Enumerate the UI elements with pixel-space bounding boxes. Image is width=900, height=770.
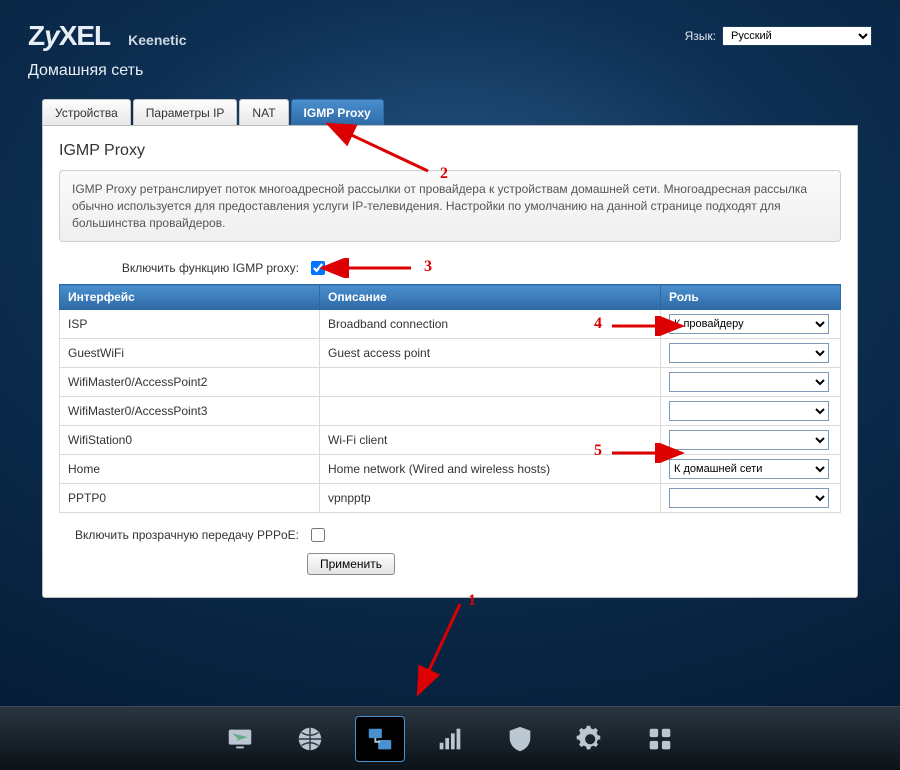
info-box: IGMP Proxy ретранслирует поток многоадре… [59, 170, 841, 242]
cell-role: К провайдеруК домашней сети [661, 426, 841, 455]
cell-role: К провайдеруК домашней сети [661, 339, 841, 368]
table-row: GuestWiFiGuest access point К провайдеруК… [60, 339, 841, 368]
col-interface: Интерфейс [60, 285, 320, 310]
globe-icon [295, 724, 325, 754]
role-select[interactable]: К провайдеруК домашней сети [669, 430, 829, 450]
wifi-icon [435, 724, 465, 754]
cell-description: Broadband connection [320, 310, 661, 339]
role-select[interactable]: К провайдеруК домашней сети [669, 488, 829, 508]
cell-interface: WifiMaster0/AccessPoint2 [60, 368, 320, 397]
content-panel: IGMP Proxy IGMP Proxy ретранслирует пото… [42, 125, 858, 598]
cell-description [320, 368, 661, 397]
cell-interface: WifiStation0 [60, 426, 320, 455]
cell-role: К провайдеруК домашней сети [661, 484, 841, 513]
annotation-label-4: 4 [594, 315, 602, 333]
annotation-label-5: 5 [594, 442, 602, 460]
cell-role: К провайдеруК домашней сети [661, 368, 841, 397]
cell-role: К провайдеруК домашней сети [661, 310, 841, 339]
cell-description: Wi-Fi client [320, 426, 661, 455]
table-row: WifiMaster0/AccessPoint3 К провайдеруК до… [60, 397, 841, 426]
col-description: Описание [320, 285, 661, 310]
language-picker: Язык: Русский [685, 26, 872, 46]
table-row: ISPBroadband connection К провайдеруК дом… [60, 310, 841, 339]
cell-interface: Home [60, 455, 320, 484]
gear-icon [575, 724, 605, 754]
table-row: HomeHome network (Wired and wireless hos… [60, 455, 841, 484]
apply-button[interactable]: Применить [307, 553, 395, 575]
enable-igmp-checkbox[interactable] [311, 261, 325, 275]
apps-dock-button[interactable] [635, 716, 685, 762]
language-select[interactable]: Русский [722, 26, 872, 46]
tab-параметры-ip[interactable]: Параметры IP [133, 99, 238, 126]
role-select[interactable]: К провайдеруК домашней сети [669, 459, 829, 479]
gear-dock-button[interactable] [565, 716, 615, 762]
page-title: Домашняя сеть [28, 62, 872, 80]
cell-role: К провайдеруК домашней сети [661, 455, 841, 484]
cell-role: К провайдеруК домашней сети [661, 397, 841, 426]
cell-description [320, 397, 661, 426]
cell-interface: GuestWiFi [60, 339, 320, 368]
brand-logo: ZyXEL [28, 20, 110, 52]
tab-устройства[interactable]: Устройства [42, 99, 131, 126]
annotation-label-2: 2 [440, 165, 448, 183]
annotation-label-3: 3 [424, 258, 432, 276]
enable-igmp-label: Включить функцию IGMP proxy: [59, 261, 299, 275]
interface-table: Интерфейс Описание Роль ISPBroadband con… [59, 284, 841, 513]
apps-icon [645, 724, 675, 754]
table-row: WifiMaster0/AccessPoint2 К провайдеруК до… [60, 368, 841, 397]
cell-description: Home network (Wired and wireless hosts) [320, 455, 661, 484]
annotation-label-1: 1 [468, 592, 476, 610]
monitor-icon [225, 724, 255, 754]
tab-igmp-proxy[interactable]: IGMP Proxy [291, 99, 384, 126]
cell-description: vpnpptp [320, 484, 661, 513]
network-icon [365, 724, 395, 754]
globe-dock-button[interactable] [285, 716, 335, 762]
pppoe-passthrough-checkbox[interactable] [311, 528, 325, 542]
tabs: УстройстваПараметры IPNATIGMP Proxy [42, 98, 858, 125]
table-row: WifiStation0Wi-Fi client К провайдеруК до… [60, 426, 841, 455]
role-select[interactable]: К провайдеруК домашней сети [669, 343, 829, 363]
shield-icon [505, 724, 535, 754]
pppoe-passthrough-label: Включить прозрачную передачу PPPoE: [59, 528, 299, 542]
bottom-dock [0, 706, 900, 770]
language-label: Язык: [685, 29, 716, 43]
model-name: Keenetic [128, 32, 186, 48]
wifi-dock-button[interactable] [425, 716, 475, 762]
col-role: Роль [661, 285, 841, 310]
cell-description: Guest access point [320, 339, 661, 368]
tab-nat[interactable]: NAT [239, 99, 288, 126]
network-dock-button[interactable] [355, 716, 405, 762]
role-select[interactable]: К провайдеруК домашней сети [669, 314, 829, 334]
role-select[interactable]: К провайдеруК домашней сети [669, 372, 829, 392]
shield-dock-button[interactable] [495, 716, 545, 762]
cell-interface: PPTP0 [60, 484, 320, 513]
role-select[interactable]: К провайдеруК домашней сети [669, 401, 829, 421]
header: ZyXEL Keenetic Язык: Русский Домашняя се… [0, 0, 900, 80]
table-row: PPTP0vpnpptp К провайдеруК домашней сети [60, 484, 841, 513]
cell-interface: WifiMaster0/AccessPoint3 [60, 397, 320, 426]
panel-heading: IGMP Proxy [59, 142, 841, 160]
monitor-dock-button[interactable] [215, 716, 265, 762]
cell-interface: ISP [60, 310, 320, 339]
